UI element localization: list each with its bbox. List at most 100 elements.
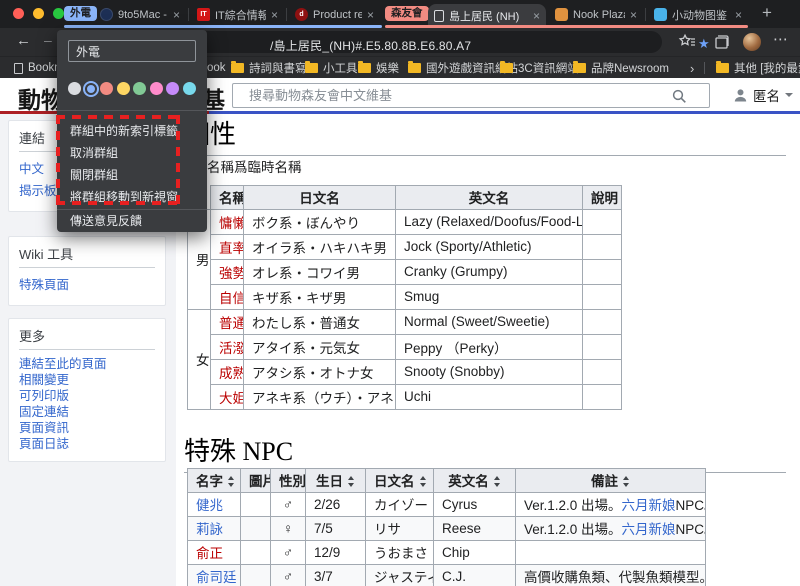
sort-icon — [622, 476, 630, 487]
sidebar-link-page-logs[interactable]: 頁面日誌 — [19, 436, 155, 452]
menu-item-send-feedback[interactable]: 傳送意見反饋 — [57, 210, 207, 232]
group-color-red[interactable] — [100, 82, 113, 95]
caret-down-icon — [785, 93, 793, 97]
en-name: Jock (Sporty/Athletic) — [396, 234, 583, 259]
sortable-column-header[interactable]: 名字 — [188, 468, 241, 492]
bookmark-item-clipped[interactable]: ook — [207, 60, 226, 76]
close-window-icon[interactable] — [13, 8, 24, 19]
minimize-window-icon[interactable] — [33, 8, 44, 19]
table-row: 大姐 アネキ系（ウチ）・アネキ女 Uchi — [188, 384, 622, 409]
june-bride-link[interactable]: 六月新娘 — [622, 522, 676, 537]
more-menu-icon[interactable]: ⋯ — [773, 30, 789, 48]
table-header-row: 名字 圖片 性別 生日 日文名 英文名 備註 — [188, 468, 706, 492]
bookmark-folder-poetry[interactable]: 詩詞與書寫 — [231, 60, 307, 76]
personality-link[interactable]: 自信 — [219, 291, 244, 306]
bookmark-folder-newsroom[interactable]: 品牌Newsroom — [573, 60, 669, 76]
favorites-icon[interactable] — [678, 33, 696, 51]
tab-group-label-senyouhui[interactable]: 森友會 — [385, 6, 429, 21]
maximize-window-icon[interactable] — [53, 8, 64, 19]
profile-avatar[interactable] — [743, 33, 761, 51]
sortable-column-header[interactable]: 英文名 — [434, 468, 516, 492]
folder-icon — [358, 63, 371, 73]
bookmarks-overflow-chevron-icon[interactable]: › — [690, 60, 694, 76]
close-tab-icon[interactable]: × — [367, 8, 374, 22]
group-color-cyan[interactable] — [183, 82, 196, 95]
group-color-purple[interactable] — [166, 82, 179, 95]
forward-icon[interactable]: – — [44, 32, 52, 48]
group-color-blue-selected[interactable] — [85, 83, 97, 95]
personality-link[interactable]: 大姐 — [219, 391, 244, 406]
personality-link[interactable]: 普通 — [219, 316, 244, 331]
gender-group-female: 女 — [188, 309, 211, 409]
npc-en-name: C.J. — [434, 564, 516, 586]
npc-link[interactable]: 健兆 — [196, 498, 223, 513]
sortable-column-header[interactable]: 生日 — [306, 468, 366, 492]
personality-link[interactable]: 強勢 — [219, 266, 244, 281]
menu-item-close-group[interactable]: 關閉群組 — [57, 164, 207, 186]
close-tab-icon[interactable]: × — [173, 8, 180, 22]
bookmark-folder-tools[interactable]: 小工具 — [305, 60, 358, 76]
npc-link[interactable]: 莉詠 — [196, 522, 223, 537]
tab-separator — [188, 8, 189, 21]
sidebar-link-what-links-here[interactable]: 連結至此的頁面 — [19, 356, 155, 372]
search-input[interactable] — [233, 84, 709, 107]
personality-link[interactable]: 慵懶 — [219, 216, 244, 231]
tab-product-review[interactable]: d Product revie × — [289, 4, 380, 25]
menu-item-new-tab-in-group[interactable]: 群組中的新索引標籤 — [57, 120, 207, 142]
en-name: Uchi — [396, 384, 583, 409]
sidebar-section-title: Wiki 工具 — [19, 244, 155, 268]
npc-birthday: 7/5 — [306, 516, 366, 540]
group-color-grey[interactable] — [68, 82, 81, 95]
personality-link[interactable]: 直率 — [219, 241, 244, 256]
june-bride-link[interactable]: 六月新娘 — [622, 498, 676, 513]
close-tab-icon[interactable]: × — [735, 8, 742, 22]
anonymous-user-label: 匿名 — [753, 85, 780, 105]
tab-animal-guide[interactable]: 小动物图鉴 - × — [648, 4, 748, 25]
tab-9to5mac[interactable]: 9to5Mac - Ap × — [94, 4, 186, 25]
npc-note — [516, 540, 706, 564]
sidebar-link-permanent[interactable]: 固定連結 — [19, 404, 155, 420]
npc-row: 俞司廷 ♂ 3/7 ジャスティン C.J. 高價收購魚類、代製魚類模型。 — [188, 564, 706, 586]
sidebar-link-printable[interactable]: 可列印版 — [19, 388, 155, 404]
animal-guide-favicon — [654, 8, 667, 21]
close-tab-icon[interactable]: × — [271, 8, 278, 22]
group-color-pink[interactable] — [150, 82, 163, 95]
personality-link[interactable]: 成熟 — [219, 366, 244, 381]
collections-icon[interactable] — [712, 33, 730, 51]
group-name-input[interactable] — [68, 40, 196, 62]
npc-gender: ♂ — [271, 492, 306, 516]
close-tab-icon[interactable]: × — [533, 9, 540, 23]
description-cell — [583, 259, 622, 284]
group-color-green[interactable] — [133, 82, 146, 95]
menu-item-ungroup[interactable]: 取消群組 — [57, 142, 207, 164]
sortable-column-header[interactable]: 備註 — [516, 468, 706, 492]
sortable-column-header[interactable]: 日文名 — [366, 468, 434, 492]
tab-itmedia[interactable]: IT IT綜合情報ポ × — [191, 4, 284, 25]
sortable-column-header[interactable]: 圖片 — [241, 468, 271, 492]
npc-link[interactable]: 俞司廷 — [196, 570, 237, 585]
bookmark-folder-3c-news[interactable]: 3C資訊網站 — [500, 60, 579, 76]
search-icon[interactable] — [672, 89, 687, 104]
personality-link[interactable]: 活潑 — [219, 341, 244, 356]
bookmark-star-icon[interactable]: ★ — [698, 36, 710, 52]
tab-separator — [645, 8, 646, 21]
sidebar-link-special-pages[interactable]: 特殊頁面 — [19, 274, 155, 296]
page-favicon — [434, 10, 444, 22]
sidebar-link-related-changes[interactable]: 相關變更 — [19, 372, 155, 388]
group-color-yellow[interactable] — [117, 82, 130, 95]
sortable-column-header[interactable]: 性別 — [271, 468, 306, 492]
description-cell — [583, 234, 622, 259]
new-tab-button[interactable]: + — [762, 3, 772, 23]
user-menu[interactable]: 匿名 — [733, 85, 793, 105]
npc-en-name: Cyrus — [434, 492, 516, 516]
sidebar-link-page-info[interactable]: 頁面資訊 — [19, 420, 155, 436]
tab-nook-plaza[interactable]: Nook Plaza - × — [549, 4, 643, 25]
tab-group-label-waidian[interactable]: 外電 — [64, 6, 97, 21]
back-icon[interactable]: ← — [16, 32, 31, 49]
npc-link[interactable]: 俞正 — [196, 546, 223, 561]
npc-en-name: Reese — [434, 516, 516, 540]
bookmark-folder-entertainment[interactable]: 娛樂 — [358, 60, 399, 76]
bookmark-folder-other-favorites[interactable]: 其他 [我的最愛] — [716, 60, 800, 76]
wiki-search-box[interactable] — [232, 83, 710, 108]
close-tab-icon[interactable]: × — [630, 8, 637, 22]
